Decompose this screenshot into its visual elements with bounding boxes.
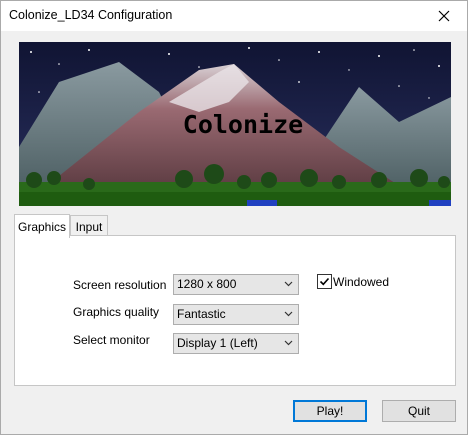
window-title: Colonize_LD34 Configuration [9,8,173,22]
banner-title: Colonize [183,110,303,139]
select-monitor-label: Select monitor [73,333,150,347]
checkmark-icon [319,277,330,286]
tab-graphics[interactable]: Graphics [14,214,70,238]
graphics-quality-value: Fantastic [177,307,226,321]
screen-resolution-value: 1280 x 800 [177,277,237,291]
play-button[interactable]: Play! [293,400,367,422]
game-banner-image: Colonize [19,42,451,206]
close-button[interactable] [421,1,467,31]
title-bar: Colonize_LD34 Configuration [1,1,467,31]
play-button-label: Play! [316,404,344,418]
select-monitor-value: Display 1 (Left) [177,336,258,350]
close-icon [438,10,450,22]
chevron-down-icon [284,311,293,317]
graphics-quality-label: Graphics quality [73,305,160,319]
windowed-label[interactable]: Windowed [333,275,389,289]
tab-graphics-label: Graphics [17,219,67,234]
tab-input-label: Input [75,220,103,234]
select-monitor-select[interactable]: Display 1 (Left) [173,333,299,354]
windowed-checkbox[interactable] [317,274,332,289]
screen-resolution-label: Screen resolution [73,278,167,292]
quit-button-label: Quit [407,404,430,418]
screen-resolution-select[interactable]: 1280 x 800 [173,274,299,295]
quit-button[interactable]: Quit [382,400,456,422]
chevron-down-icon [284,281,293,287]
chevron-down-icon [284,340,293,346]
config-window: Colonize_LD34 Configuration Colonize Gra… [0,0,468,435]
graphics-quality-select[interactable]: Fantastic [173,304,299,325]
